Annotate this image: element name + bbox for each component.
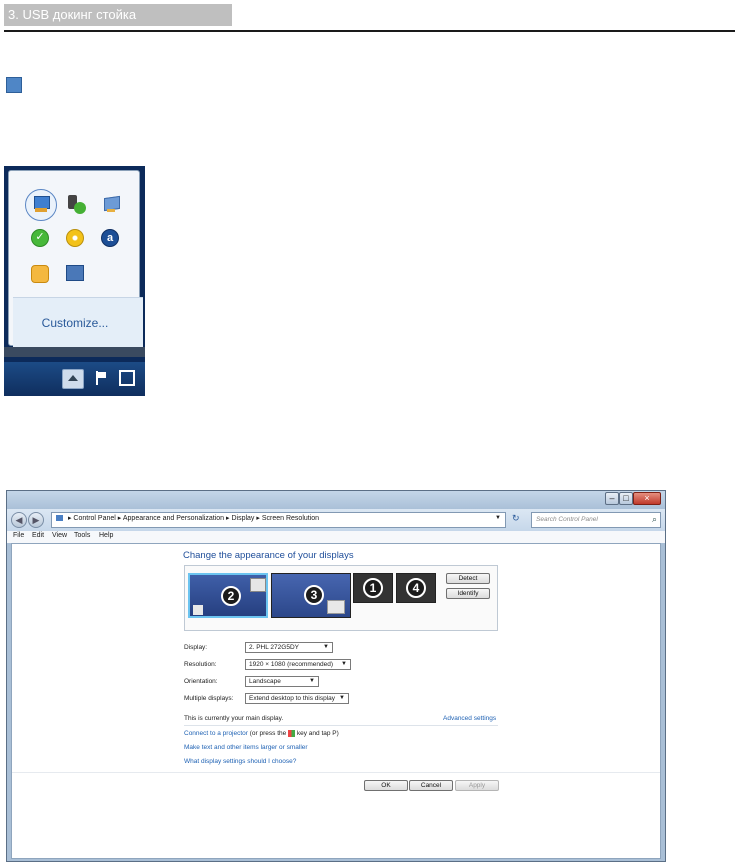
search-placeholder: Search Control Panel — [536, 516, 598, 523]
breadcrumb-display[interactable]: Display — [231, 515, 254, 522]
menu-bar: File Edit View Tools Help — [7, 531, 665, 543]
detect-button[interactable]: Detect — [446, 573, 490, 584]
customize-link[interactable]: Customize... — [9, 316, 141, 330]
window-titlebar: – □ × — [7, 491, 665, 509]
projector-row: Connect to a projector (or press the key… — [184, 730, 339, 737]
blue-a-icon[interactable]: a — [101, 229, 119, 247]
projector-hint-text: (or press the — [249, 730, 287, 738]
chevron-down-icon: ▼ — [309, 678, 315, 684]
ok-button[interactable]: OK — [364, 780, 408, 791]
chevron-down-icon: ▼ — [341, 661, 347, 667]
breadcrumb-appearance[interactable]: Appearance and Personalization — [123, 515, 224, 522]
windows-logo-icon — [288, 730, 296, 737]
section-title-tab: 3. USB докинг стойка — [4, 4, 232, 26]
cd-disc-icon[interactable] — [66, 229, 84, 247]
content-pane: Change the appearance of your displays 2… — [11, 543, 661, 859]
forward-button[interactable]: ▶ — [28, 512, 44, 528]
orientation-select[interactable]: Landscape ▼ — [245, 676, 319, 687]
breadcrumb-screen-resolution[interactable]: Screen Resolution — [262, 515, 319, 522]
menu-help[interactable]: Help — [99, 532, 113, 539]
apply-button[interactable]: Apply — [455, 780, 499, 791]
breadcrumb-control-panel[interactable]: Control Panel — [73, 515, 115, 522]
resolution-label: Resolution: — [184, 661, 217, 668]
notification-tray-screenshot: ✓ a Customize... — [4, 166, 145, 396]
breadcrumb: ▸ Control Panel ▸ Appearance and Persona… — [56, 514, 319, 522]
multiple-displays-select-value: Extend desktop to this display — [249, 695, 335, 702]
green-check-icon[interactable]: ✓ — [31, 229, 49, 247]
display-arrow-icon[interactable] — [66, 265, 84, 281]
maximize-button[interactable]: □ — [619, 492, 633, 505]
display-select-value: 2. PHL 272G5DY — [249, 644, 299, 651]
network-status-icon[interactable] — [119, 370, 135, 386]
menu-file[interactable]: File — [13, 532, 24, 539]
projector-hint-text-end: key and tap P) — [296, 730, 339, 738]
usb-check-icon[interactable] — [67, 195, 87, 215]
close-button[interactable]: × — [633, 492, 661, 505]
blue-square-bullet — [6, 77, 22, 93]
multiple-displays-select[interactable]: Extend desktop to this display ▼ — [245, 693, 349, 704]
control-panel-icon — [56, 515, 63, 522]
monitor-network-icon[interactable] — [101, 195, 121, 213]
monitor-4[interactable]: 4 — [396, 573, 436, 603]
tray-overflow-panel: ✓ a Customize... — [8, 170, 143, 348]
monitor-2[interactable]: 2 — [188, 573, 268, 618]
back-button[interactable]: ◀ — [11, 512, 27, 528]
monitor-3[interactable]: 3 — [271, 573, 351, 618]
menu-edit[interactable]: Edit — [32, 532, 44, 539]
show-hidden-icons-button[interactable] — [62, 369, 84, 389]
orange-clock-icon[interactable] — [31, 265, 49, 283]
orientation-select-value: Landscape — [249, 678, 281, 685]
address-bar[interactable]: ▸ Control Panel ▸ Appearance and Persona… — [51, 512, 506, 528]
divider — [12, 772, 660, 773]
text-size-link[interactable]: Make text and other items larger or smal… — [184, 744, 308, 751]
orientation-label: Orientation: — [184, 678, 218, 685]
monitor-1-number: 1 — [363, 578, 383, 598]
main-display-text: This is currently your main display. — [184, 715, 284, 722]
monitor-arrangement: 2 3 1 4 Detect Identify — [184, 565, 498, 631]
resolution-select-value: 1920 × 1080 (recommended) — [249, 661, 334, 668]
divider — [184, 725, 498, 726]
search-input[interactable]: Search Control Panel ⌕ — [531, 512, 661, 528]
minimize-button[interactable]: – — [605, 492, 619, 505]
menu-tools[interactable]: Tools — [74, 532, 90, 539]
cancel-button[interactable]: Cancel — [409, 780, 453, 791]
identify-button[interactable]: Identify — [446, 588, 490, 599]
monitor-3-number: 3 — [304, 585, 324, 605]
action-center-flag-icon[interactable] — [94, 371, 108, 385]
connect-projector-link[interactable]: Connect to a projector — [184, 730, 248, 737]
display-select[interactable]: 2. PHL 272G5DY ▼ — [245, 642, 333, 653]
refresh-icon[interactable]: ↻ — [512, 513, 520, 524]
resolution-select[interactable]: 1920 × 1080 (recommended) ▼ — [245, 659, 351, 670]
multiple-displays-label: Multiple displays: — [184, 695, 234, 702]
network-icon[interactable] — [25, 189, 57, 221]
search-icon[interactable]: ⌕ — [652, 514, 657, 525]
monitor-1[interactable]: 1 — [353, 573, 393, 603]
monitor-4-number: 4 — [406, 578, 426, 598]
monitor-2-taskbar-icon — [193, 605, 203, 615]
menu-view[interactable]: View — [52, 532, 67, 539]
page-title: Change the appearance of your displays — [183, 550, 354, 561]
screen-resolution-window: – □ × ◀ ▶ ▸ Control Panel ▸ Appearance a… — [6, 490, 666, 862]
taskbar — [4, 362, 145, 396]
address-row: ◀ ▶ ▸ Control Panel ▸ Appearance and Per… — [7, 509, 665, 531]
tray-shadow-strip — [4, 347, 145, 357]
chevron-down-icon: ▼ — [339, 695, 345, 701]
monitor-2-window-icon — [250, 578, 266, 592]
address-dropdown-icon[interactable]: ▼ — [495, 515, 501, 521]
chevron-down-icon: ▼ — [323, 644, 329, 650]
monitor-3-grid-icon — [327, 600, 345, 614]
header-rule — [4, 30, 735, 32]
display-label: Display: — [184, 644, 208, 651]
section-title: 3. USB докинг стойка — [8, 7, 137, 22]
display-settings-help-link[interactable]: What display settings should I choose? — [184, 758, 296, 765]
monitor-2-number: 2 — [221, 586, 241, 606]
advanced-settings-link[interactable]: Advanced settings — [443, 715, 496, 722]
